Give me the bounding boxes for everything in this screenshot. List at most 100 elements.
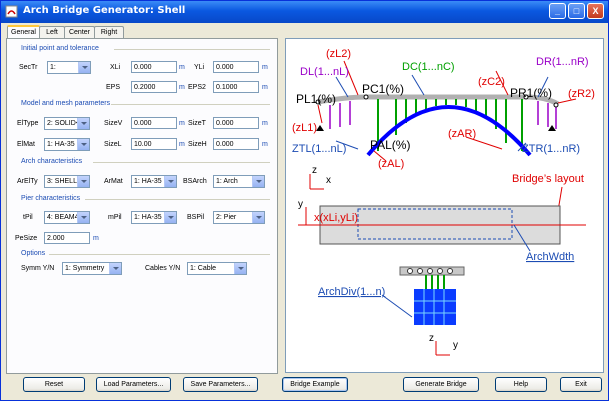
eltype-select[interactable]: 2: SOLID< bbox=[44, 117, 90, 130]
section-axes bbox=[435, 341, 450, 356]
mpil-label: mPil bbox=[108, 214, 122, 221]
tab-right[interactable]: Right bbox=[94, 26, 124, 38]
bspil-select[interactable]: 2: Pier bbox=[213, 211, 265, 224]
sizel-field[interactable]: 10.00 bbox=[131, 138, 177, 150]
bsarch-select[interactable]: 1: Arch bbox=[213, 175, 265, 188]
xli-field[interactable]: 0.000 bbox=[131, 61, 177, 73]
elmat-select[interactable]: 1: HA-35 bbox=[44, 138, 90, 151]
section-axis-z-label: z bbox=[429, 333, 434, 344]
bsarch-label: BSArch bbox=[183, 178, 207, 185]
bridge-example-button[interactable]: Bridge Example bbox=[282, 377, 348, 392]
label-xli-yli: x(xLi,yLi) bbox=[314, 212, 358, 224]
title-bar[interactable]: Arch Bridge Generator: Shell _ □ X bbox=[1, 1, 608, 23]
sizet-label: SizeT bbox=[188, 120, 206, 127]
axis-x-label: x bbox=[326, 175, 331, 186]
sizeh-unit: m bbox=[262, 141, 268, 148]
symm-select[interactable]: 1: Symmetry bbox=[62, 262, 122, 275]
chevron-down-icon[interactable] bbox=[252, 176, 264, 187]
cables-label: Cables Y/N bbox=[145, 265, 181, 272]
label-archdiv: ArchDiv(1...n) bbox=[318, 286, 385, 298]
save-parameters-button[interactable]: Save Parameters... bbox=[183, 377, 258, 392]
sizeh-field[interactable]: 0.000 bbox=[213, 138, 259, 150]
sectr-label: SecTr bbox=[19, 64, 38, 71]
label-dc: DC(1...nC) bbox=[402, 61, 455, 73]
eltype-label: ElType bbox=[17, 120, 39, 127]
pesize-field[interactable]: 2.000 bbox=[44, 232, 90, 244]
sizel-unit: m bbox=[179, 141, 185, 148]
eps2-field[interactable]: 0.1000 bbox=[213, 81, 259, 93]
chevron-down-icon[interactable] bbox=[164, 176, 176, 187]
section-axis-y-label: y bbox=[453, 340, 458, 351]
chevron-down-icon[interactable] bbox=[234, 263, 246, 274]
arelty-label: ArElTy bbox=[17, 178, 38, 185]
arelty-select[interactable]: 3: SHELL bbox=[44, 175, 90, 188]
section-divider bbox=[85, 199, 270, 200]
eps-label: EPS bbox=[106, 84, 121, 91]
label-zc2: (zC2) bbox=[478, 76, 505, 88]
label-ztl: ZTL(1...nL) bbox=[292, 143, 346, 155]
app-icon bbox=[5, 5, 18, 18]
label-zar: (zAR) bbox=[448, 128, 476, 140]
label-pal: PAL(%) bbox=[370, 138, 410, 152]
xli-label: XLi bbox=[110, 64, 121, 71]
tab-center[interactable]: Center bbox=[64, 26, 95, 38]
chevron-down-icon[interactable] bbox=[77, 212, 89, 223]
tpil-select[interactable]: 4: BEAM4 bbox=[44, 211, 90, 224]
chevron-down-icon[interactable] bbox=[77, 176, 89, 187]
sizel-label: SizeL bbox=[104, 141, 122, 148]
section-divider bbox=[114, 49, 270, 50]
chevron-down-icon[interactable] bbox=[77, 139, 89, 150]
chevron-down-icon[interactable] bbox=[164, 212, 176, 223]
chevron-down-icon[interactable] bbox=[109, 263, 121, 274]
bridge-diagram: (zL2) DL(1...nL) DC(1...nC) (zC2) DR(1..… bbox=[285, 38, 604, 373]
label-ztr: ZTR(1...nR) bbox=[522, 143, 580, 155]
sizet-unit: m bbox=[262, 120, 268, 127]
xli-unit: m bbox=[179, 64, 185, 71]
label-pc1: PC1(%) bbox=[362, 82, 404, 96]
mpil-select[interactable]: 1: HA-35 bbox=[131, 211, 177, 224]
diagram-svg: (zL2) DL(1...nL) DC(1...nC) (zC2) DR(1..… bbox=[292, 48, 595, 356]
eps2-unit: m bbox=[262, 84, 268, 91]
armat-select[interactable]: 1: HA-35 bbox=[131, 175, 177, 188]
left-support bbox=[316, 125, 324, 131]
exit-button[interactable]: Exit bbox=[560, 377, 602, 392]
armat-label: ArMat bbox=[104, 178, 123, 185]
section-pier: Pier characteristics bbox=[21, 195, 81, 202]
eps-unit: m bbox=[179, 84, 185, 91]
eps-field[interactable]: 0.2000 bbox=[131, 81, 177, 93]
yli-label: YLi bbox=[194, 64, 205, 71]
minimize-button[interactable]: _ bbox=[549, 3, 566, 19]
chevron-down-icon[interactable] bbox=[78, 62, 90, 73]
label-pl1: PL1(%) bbox=[296, 92, 336, 106]
sizet-field[interactable]: 0.000 bbox=[213, 117, 259, 129]
pesize-unit: m bbox=[93, 235, 99, 242]
section-initial: Initial point and tolerance bbox=[21, 45, 99, 52]
generate-bridge-button[interactable]: Generate Bridge bbox=[403, 377, 479, 392]
node-r bbox=[553, 102, 559, 108]
yli-field[interactable]: 0.000 bbox=[213, 61, 259, 73]
load-parameters-button[interactable]: Load Parameters... bbox=[96, 377, 171, 392]
section-arch: Arch characteristics bbox=[21, 158, 83, 165]
sizev-field[interactable]: 0.000 bbox=[131, 117, 177, 129]
elmat-label: ElMat bbox=[17, 141, 35, 148]
tab-left[interactable]: Left bbox=[39, 26, 65, 38]
label-zl1: (zL1) bbox=[292, 122, 317, 134]
section-options: Options bbox=[21, 250, 46, 257]
cables-select[interactable]: 1: Cable bbox=[187, 262, 247, 275]
sizeh-label: SizeH bbox=[188, 141, 207, 148]
plan-axis-y-label: y bbox=[298, 199, 303, 210]
section-divider bbox=[93, 162, 270, 163]
close-button[interactable]: X bbox=[587, 3, 604, 19]
label-archwdth: ArchWdth bbox=[526, 251, 574, 263]
reset-button[interactable]: Reset bbox=[23, 377, 85, 392]
label-zl2: (zL2) bbox=[326, 48, 351, 60]
sectr-select[interactable]: 1: bbox=[47, 61, 91, 74]
label-pr1: PR1(%) bbox=[510, 86, 552, 100]
chevron-down-icon[interactable] bbox=[77, 118, 89, 129]
chevron-down-icon[interactable] bbox=[252, 212, 264, 223]
window-title: Arch Bridge Generator: Shell bbox=[23, 5, 186, 16]
help-button[interactable]: Help bbox=[495, 377, 547, 392]
maximize-button[interactable]: □ bbox=[568, 3, 585, 19]
label-bridge-layout: Bridge’s layout bbox=[512, 173, 584, 185]
tpil-label: tPil bbox=[23, 214, 33, 221]
